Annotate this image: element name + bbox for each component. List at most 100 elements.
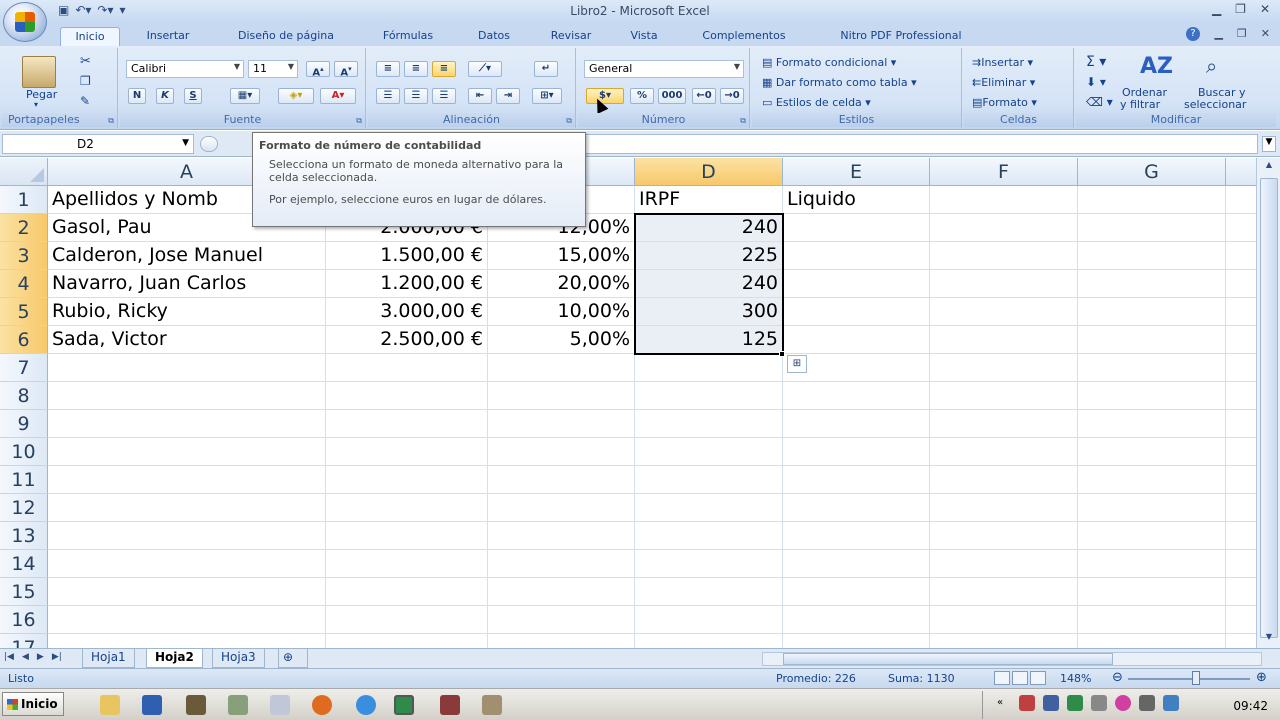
- cell[interactable]: [635, 466, 783, 494]
- cell[interactable]: [1226, 522, 1256, 550]
- help-icon[interactable]: ?: [1186, 27, 1200, 41]
- cell[interactable]: [1226, 186, 1256, 214]
- cell[interactable]: [930, 214, 1078, 242]
- cell-percent[interactable]: 5,00%: [488, 326, 635, 354]
- cell-name[interactable]: Navarro, Juan Carlos: [48, 270, 326, 298]
- flag-icon[interactable]: [1019, 695, 1035, 711]
- formula-splitter-icon[interactable]: [200, 136, 218, 152]
- cell[interactable]: [48, 354, 326, 382]
- align-right-icon[interactable]: ☰: [432, 88, 456, 104]
- sheet-tab-hoja2[interactable]: Hoja2: [146, 649, 203, 668]
- tray-expand-icon[interactable]: «: [997, 697, 1007, 711]
- cell[interactable]: [1226, 214, 1256, 242]
- scroll-down-icon[interactable]: ▼: [1260, 632, 1278, 646]
- row-header-1[interactable]: 1: [0, 186, 48, 214]
- cell[interactable]: [783, 606, 930, 634]
- cell[interactable]: [48, 410, 326, 438]
- row-header-10[interactable]: 10: [0, 438, 48, 466]
- sort-filter-icon[interactable]: AZ: [1140, 54, 1173, 82]
- cell-e1[interactable]: Liquido: [783, 186, 930, 214]
- excel-taskbar-icon[interactable]: [394, 695, 414, 715]
- cell[interactable]: [326, 522, 488, 550]
- cell[interactable]: [930, 466, 1078, 494]
- row-header-4[interactable]: 4: [0, 270, 48, 298]
- cell[interactable]: [1226, 634, 1256, 648]
- increase-indent-icon[interactable]: ⇥: [496, 88, 520, 104]
- cell[interactable]: [1078, 382, 1226, 410]
- cell[interactable]: [930, 634, 1078, 648]
- cell[interactable]: [1078, 214, 1226, 242]
- cell[interactable]: [783, 326, 930, 354]
- decrease-decimal-icon[interactable]: →0: [720, 88, 744, 104]
- alineacion-launcher-icon[interactable]: ⧉: [566, 116, 572, 126]
- cell[interactable]: [635, 354, 783, 382]
- delete-cells-button[interactable]: ⇇Eliminar ▾: [972, 76, 1035, 89]
- tab-diseno-pagina[interactable]: Diseño de página: [222, 27, 350, 46]
- row-header-9[interactable]: 9: [0, 410, 48, 438]
- cell[interactable]: [488, 466, 635, 494]
- tray-icon-4[interactable]: [1091, 695, 1107, 711]
- word-icon[interactable]: [142, 695, 162, 715]
- cell[interactable]: [635, 522, 783, 550]
- cell-percent[interactable]: 15,00%: [488, 242, 635, 270]
- doc-restore-icon[interactable]: ❐: [1237, 27, 1247, 40]
- paste-icon[interactable]: [22, 56, 56, 88]
- vertical-scroll-thumb[interactable]: [1260, 178, 1278, 638]
- cell[interactable]: [783, 494, 930, 522]
- cell-amount[interactable]: 1.500,00 €: [326, 242, 488, 270]
- name-box[interactable]: D2 ▼: [2, 134, 194, 154]
- doc-minimize-icon[interactable]: ▁: [1214, 27, 1222, 40]
- tab-insertar[interactable]: Insertar: [135, 27, 201, 46]
- formula-input[interactable]: [585, 134, 1258, 154]
- row-header-2[interactable]: 2: [0, 214, 48, 242]
- cell-irpf[interactable]: 240: [635, 214, 783, 242]
- cell[interactable]: [1226, 382, 1256, 410]
- cell[interactable]: [1078, 522, 1226, 550]
- page-layout-view-icon[interactable]: [1012, 671, 1028, 685]
- cell[interactable]: [488, 550, 635, 578]
- prev-sheet-icon[interactable]: ◀: [22, 652, 29, 662]
- cell[interactable]: [930, 550, 1078, 578]
- tab-formulas[interactable]: Fórmulas: [370, 27, 446, 46]
- cell[interactable]: [326, 466, 488, 494]
- cell[interactable]: [783, 550, 930, 578]
- cell[interactable]: [488, 354, 635, 382]
- cell[interactable]: [635, 410, 783, 438]
- cell[interactable]: [1226, 606, 1256, 634]
- column-header-g[interactable]: G: [1078, 158, 1226, 186]
- number-format-select[interactable]: General ▼: [584, 60, 744, 78]
- cell[interactable]: [1078, 466, 1226, 494]
- cell[interactable]: [326, 410, 488, 438]
- cell[interactable]: [1226, 354, 1256, 382]
- folder-icon[interactable]: [100, 695, 120, 715]
- cell[interactable]: [783, 466, 930, 494]
- cell[interactable]: [326, 438, 488, 466]
- cell[interactable]: [783, 270, 930, 298]
- decrease-indent-icon[interactable]: ⇤: [468, 88, 492, 104]
- sort-line-2[interactable]: y filtrar: [1120, 98, 1160, 111]
- network-icon[interactable]: [228, 695, 248, 715]
- row-header-6[interactable]: 6: [0, 326, 48, 354]
- cell[interactable]: [635, 606, 783, 634]
- tray-icon-3[interactable]: [1067, 695, 1083, 711]
- cell-amount[interactable]: 1.200,00 €: [326, 270, 488, 298]
- wordpad-icon[interactable]: [270, 695, 290, 715]
- cell[interactable]: [783, 634, 930, 648]
- select-all-corner[interactable]: [0, 158, 48, 186]
- cell[interactable]: [1078, 326, 1226, 354]
- ie-icon[interactable]: [356, 695, 376, 715]
- bold-button[interactable]: N: [128, 88, 146, 104]
- row-header-17[interactable]: 17: [0, 634, 48, 648]
- cell[interactable]: [930, 494, 1078, 522]
- cell[interactable]: [488, 634, 635, 648]
- cell[interactable]: [1226, 410, 1256, 438]
- cell[interactable]: [488, 382, 635, 410]
- tab-inicio[interactable]: Inicio: [60, 27, 120, 46]
- cell[interactable]: [326, 382, 488, 410]
- zoom-out-icon[interactable]: ⊖: [1112, 670, 1123, 685]
- zoom-slider-thumb[interactable]: [1192, 671, 1200, 685]
- cell[interactable]: [635, 634, 783, 648]
- scroll-up-icon[interactable]: ▲: [1260, 160, 1278, 174]
- fill-color-icon[interactable]: ◈▾: [278, 88, 314, 104]
- zoom-slider-track[interactable]: [1128, 678, 1250, 680]
